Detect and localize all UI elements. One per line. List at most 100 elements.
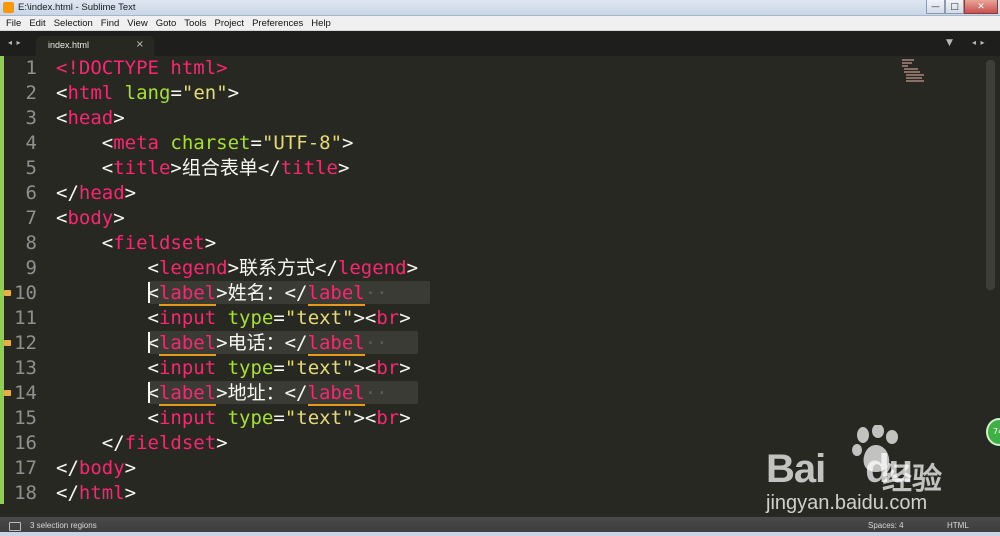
code-token: > <box>399 357 411 379</box>
menu-help[interactable]: Help <box>307 16 335 31</box>
code-token: input <box>158 407 217 429</box>
vertical-scrollbar[interactable] <box>962 56 1000 516</box>
scrollbar-thumb[interactable] <box>986 60 995 290</box>
code-token: > <box>113 207 125 229</box>
code-line-1[interactable]: 1 <!DOCTYPE html> <box>0 56 962 81</box>
code-token: type <box>227 307 274 329</box>
code-token: = <box>273 357 285 379</box>
code-line-3[interactable]: 3 <head> <box>0 106 962 131</box>
minimap[interactable] <box>900 56 930 86</box>
watermark-url: jingyan.baidu.com <box>766 492 928 514</box>
code-token: ·· <box>364 282 388 304</box>
code-line-10[interactable]: 10 <label>姓名：</label·· <box>0 281 962 306</box>
code-token: br <box>376 357 400 379</box>
tab-label: index.html <box>48 40 90 50</box>
menu-goto[interactable]: Goto <box>152 16 181 31</box>
line-number: 8 <box>25 232 37 254</box>
code-line-9[interactable]: 9 <legend>联系方式</legend> <box>0 256 962 281</box>
bookmark-icon <box>4 340 11 346</box>
line-code: <meta charset="UTF-8"> <box>56 131 354 156</box>
tab-nav-left-icon[interactable]: ◂ ▸ <box>8 38 22 47</box>
tab-close-icon[interactable]: × <box>136 39 144 50</box>
line-code: </body> <box>56 456 136 481</box>
code-token: br <box>376 307 400 329</box>
code-token: label <box>158 332 217 356</box>
menu-tools[interactable]: Tools <box>180 16 210 31</box>
window-title-bar: E:\index.html - Sublime Text — □ ✕ <box>0 0 1000 16</box>
code-token: < <box>147 382 159 404</box>
status-syntax[interactable]: HTML <box>947 521 969 530</box>
code-token: charset <box>170 132 251 154</box>
code-line-7[interactable]: 7 <body> <box>0 206 962 231</box>
code-token: > <box>342 132 354 154</box>
code-line-6[interactable]: 6 </head> <box>0 181 962 206</box>
tab-dropdown-icon[interactable]: ▼ <box>946 38 953 48</box>
menu-find[interactable]: Find <box>97 16 123 31</box>
line-code: <input type="text"><br> <box>56 406 411 431</box>
code-token: < <box>56 357 159 379</box>
line-number: 3 <box>25 107 37 129</box>
code-token: "text" <box>284 357 354 379</box>
line-code: <label>姓名：</label·· <box>56 281 388 306</box>
menu-project[interactable]: Project <box>210 16 248 31</box>
code-token: input <box>158 357 217 379</box>
tab-nav-right-icon[interactable]: ◂ ▸ <box>972 38 986 47</box>
code-token: > <box>399 307 411 329</box>
line-number: 7 <box>25 207 37 229</box>
line-code: <legend>联系方式</legend> <box>56 256 419 281</box>
code-token: >地址：</ <box>216 382 308 404</box>
close-window-button[interactable]: ✕ <box>964 0 998 14</box>
line-code: <body> <box>56 206 125 231</box>
code-token: < <box>147 332 159 354</box>
code-line-4[interactable]: 4 <meta charset="UTF-8"> <box>0 131 962 156</box>
code-token: = <box>273 407 285 429</box>
code-token: </ <box>56 432 125 454</box>
code-token: > <box>227 82 240 104</box>
code-line-13[interactable]: 13 <input type="text"><br> <box>0 356 962 381</box>
tab-index-html[interactable]: index.html × <box>36 36 154 56</box>
line-code: <!DOCTYPE html> <box>56 56 228 81</box>
line-number: 11 <box>14 307 37 329</box>
code-line-14[interactable]: 14 <label>地址：</label·· <box>0 381 962 406</box>
code-token: label <box>307 382 365 406</box>
code-token: < <box>56 207 68 229</box>
menu-edit[interactable]: Edit <box>25 16 49 31</box>
code-token: = <box>250 132 262 154</box>
code-token: < <box>56 157 114 179</box>
code-token: br <box>376 407 400 429</box>
panel-toggle-icon[interactable] <box>9 522 21 531</box>
minimize-button[interactable]: — <box>926 0 945 14</box>
code-token: > <box>406 257 419 279</box>
code-token: >联系方式</ <box>227 257 338 279</box>
code-token: head <box>67 107 114 129</box>
line-number: 2 <box>25 82 37 104</box>
menu-selection[interactable]: Selection <box>50 16 97 31</box>
maximize-button[interactable]: □ <box>945 0 964 14</box>
line-number: 16 <box>14 432 37 454</box>
line-number: 5 <box>25 157 37 179</box>
code-line-8[interactable]: 8 <fieldset> <box>0 231 962 256</box>
code-token: "UTF-8" <box>261 132 343 154</box>
line-code: <head> <box>56 106 125 131</box>
code-token: < <box>56 82 68 104</box>
status-selection: 3 selection regions <box>30 521 97 530</box>
code-token: fieldset <box>124 432 217 454</box>
code-line-5[interactable]: 5 <title>组合表单</title> <box>0 156 962 181</box>
code-line-12[interactable]: 12 <label>电话：</label·· <box>0 331 962 356</box>
menu-file[interactable]: File <box>2 16 25 31</box>
code-token: lang <box>124 82 171 104</box>
status-indentation[interactable]: Spaces: 4 <box>868 521 904 530</box>
code-line-11[interactable]: 11 <input type="text"><br> <box>0 306 962 331</box>
code-token: <!DOCTYPE html> <box>56 57 228 79</box>
code-line-2[interactable]: 2 <html lang="en"> <box>0 81 962 106</box>
code-token: </ <box>56 482 79 504</box>
menu-view[interactable]: View <box>123 16 151 31</box>
baidu-jingyan-watermark: Bai du 经验 jingyan.baidu.com <box>760 425 960 515</box>
menu-preferences[interactable]: Preferences <box>248 16 307 31</box>
line-number: 17 <box>14 457 37 479</box>
bookmark-icon <box>4 390 11 396</box>
code-token: "en" <box>181 82 228 104</box>
code-token: label <box>158 282 217 306</box>
